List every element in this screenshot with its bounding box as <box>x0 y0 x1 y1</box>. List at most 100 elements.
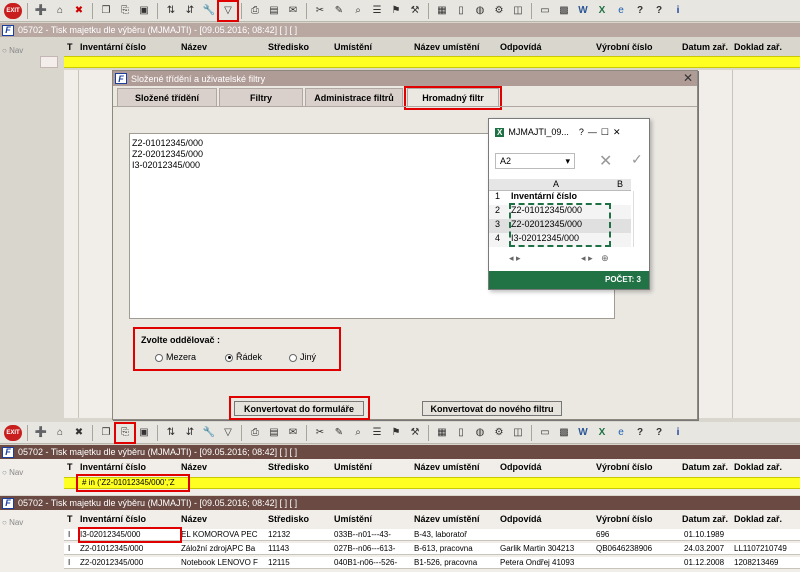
report-icon[interactable]: ▩ <box>556 3 572 19</box>
radio-jiny[interactable] <box>289 353 297 362</box>
excel-icon[interactable]: X <box>594 425 610 441</box>
open-window-icon[interactable]: ▭ <box>537 425 553 441</box>
copy-icon[interactable]: ❐ <box>98 425 114 441</box>
globe-icon[interactable]: ◍ <box>472 3 488 19</box>
table-row[interactable]: I Z2-02012345/000 Notebook LENOVO F 1211… <box>64 557 800 569</box>
mail-icon[interactable]: ✉ <box>285 3 301 19</box>
copy-icon[interactable]: ❐ <box>98 3 114 19</box>
list-icon[interactable]: ☰ <box>369 3 385 19</box>
find-icon[interactable]: ⌕ <box>350 3 366 19</box>
delete-record-icon[interactable]: ✖ <box>71 425 87 441</box>
window-icon[interactable]: ◫ <box>510 425 526 441</box>
col-stredisko: Středisko <box>268 514 310 524</box>
sort-descending-icon[interactable]: ⇵ <box>182 425 198 441</box>
wrench-icon[interactable]: 🔧 <box>201 3 217 19</box>
background-filter-row[interactable] <box>64 56 800 68</box>
flag-icon[interactable]: ⚑ <box>388 3 404 19</box>
copy-record-icon[interactable]: ⎘ <box>114 421 136 444</box>
report-icon[interactable]: ▩ <box>556 425 572 441</box>
excel-name-box[interactable]: A2 ▾ <box>495 153 575 169</box>
document-icon[interactable]: ▯ <box>453 425 469 441</box>
cell-umisteni: 033B--n01---43- <box>334 530 391 539</box>
context-help-icon[interactable]: ? <box>651 3 667 19</box>
excel-help-icon[interactable]: ? <box>579 127 584 137</box>
cut-icon[interactable]: ✂ <box>312 425 328 441</box>
filter-icon[interactable]: ▽ <box>220 425 236 441</box>
option-radek[interactable]: Řádek <box>225 352 262 362</box>
copy-record-icon[interactable]: ⎘ <box>117 3 133 19</box>
radio-radek[interactable] <box>225 353 233 362</box>
tab-slozene-trideni[interactable]: Složené třídění <box>117 88 217 106</box>
print-preview-icon[interactable]: ▤ <box>266 425 282 441</box>
info-icon[interactable]: i <box>670 425 686 441</box>
convert-to-filter-button[interactable]: Konvertovat do nového filtru <box>422 401 562 416</box>
list-icon[interactable]: ☰ <box>369 425 385 441</box>
find-icon[interactable]: ⌕ <box>350 425 366 441</box>
help-icon[interactable]: ? <box>632 425 648 441</box>
home-icon[interactable]: ⌂ <box>52 425 68 441</box>
calculator-icon[interactable]: ▦ <box>434 425 450 441</box>
chevron-down-icon[interactable]: ▾ <box>565 156 570 167</box>
window-icon[interactable]: ◫ <box>510 3 526 19</box>
sort-ascending-icon[interactable]: ⇅ <box>163 425 179 441</box>
col-vyrobni: Výrobní číslo <box>596 514 653 524</box>
print-setup-icon[interactable]: ▣ <box>136 3 152 19</box>
tools-icon[interactable]: ⚒ <box>407 425 423 441</box>
print-preview-icon[interactable]: ▤ <box>266 3 282 19</box>
tab-filtry[interactable]: Filtry <box>219 88 303 106</box>
settings-icon[interactable]: ⚙ <box>491 3 507 19</box>
tools-icon[interactable]: ⚒ <box>407 3 423 19</box>
calculator-icon[interactable]: ▦ <box>434 3 450 19</box>
background-row-selector[interactable] <box>40 56 58 68</box>
table-row[interactable]: I Z2-01012345/000 Záložní zdrojAPC Ba 11… <box>64 543 800 555</box>
delete-record-icon[interactable]: ✖ <box>71 3 87 19</box>
tab-administrace-filtru[interactable]: Administrace filtrů <box>305 88 403 106</box>
col-inv: Inventární číslo <box>80 514 147 524</box>
excel-confirm-icon[interactable]: ✓ <box>631 151 643 168</box>
cell-t: I <box>68 544 71 553</box>
option-mezera[interactable]: Mezera <box>155 352 196 362</box>
mail-icon[interactable]: ✉ <box>285 425 301 441</box>
excel-maximize-icon[interactable]: ☐ <box>601 127 609 138</box>
help-icon[interactable]: ? <box>632 3 648 19</box>
exit-button[interactable]: EXIT <box>4 2 22 19</box>
add-record-icon[interactable]: ➕ <box>33 3 49 19</box>
col-stredisko: Středisko <box>268 462 310 472</box>
exit-button-2[interactable]: EXIT <box>4 424 22 441</box>
browser-icon[interactable]: e <box>613 425 629 441</box>
excel-close-icon[interactable]: ✕ <box>613 127 621 138</box>
option-jiny[interactable]: Jiný <box>289 352 316 362</box>
print-icon[interactable]: ⎙ <box>247 425 263 441</box>
radio-mezera[interactable] <box>155 353 163 362</box>
home-icon[interactable]: ⌂ <box>52 3 68 19</box>
col-nazev: Název <box>181 462 208 472</box>
sort-descending-icon[interactable]: ⇵ <box>182 3 198 19</box>
settings-icon[interactable]: ⚙ <box>491 425 507 441</box>
excel-vscrollbar[interactable] <box>633 191 643 247</box>
print-setup-icon[interactable]: ▣ <box>136 425 152 441</box>
edit-icon[interactable]: ✎ <box>331 425 347 441</box>
flag-icon[interactable]: ⚑ <box>388 425 404 441</box>
cut-icon[interactable]: ✂ <box>312 3 328 19</box>
wrench-icon[interactable]: 🔧 <box>201 425 217 441</box>
excel-sheet-nav[interactable]: ◂ ▸ ◂ ▸ ⊕ <box>489 253 649 267</box>
sort-ascending-icon[interactable]: ⇅ <box>163 3 179 19</box>
word-icon[interactable]: W <box>575 425 591 441</box>
browser-icon[interactable]: e <box>613 3 629 19</box>
open-window-icon[interactable]: ▭ <box>537 3 553 19</box>
document-icon[interactable]: ▯ <box>453 3 469 19</box>
excel-cell[interactable]: Inventární číslo <box>511 191 577 201</box>
excel-cancel-icon[interactable]: ✕ <box>599 151 612 171</box>
excel-minimize-icon[interactable]: — <box>588 127 597 137</box>
info-icon[interactable]: i <box>670 3 686 19</box>
word-icon[interactable]: W <box>575 3 591 19</box>
add-record-icon[interactable]: ➕ <box>33 425 49 441</box>
col-doklad: Doklad zař. <box>734 514 783 524</box>
excel-icon[interactable]: X <box>594 3 610 19</box>
filter-icon[interactable]: ▽ <box>217 0 239 22</box>
print-icon[interactable]: ⎙ <box>247 3 263 19</box>
edit-icon[interactable]: ✎ <box>331 3 347 19</box>
dialog-close-icon[interactable]: ✕ <box>683 71 693 85</box>
context-help-icon[interactable]: ? <box>651 425 667 441</box>
globe-icon[interactable]: ◍ <box>472 425 488 441</box>
